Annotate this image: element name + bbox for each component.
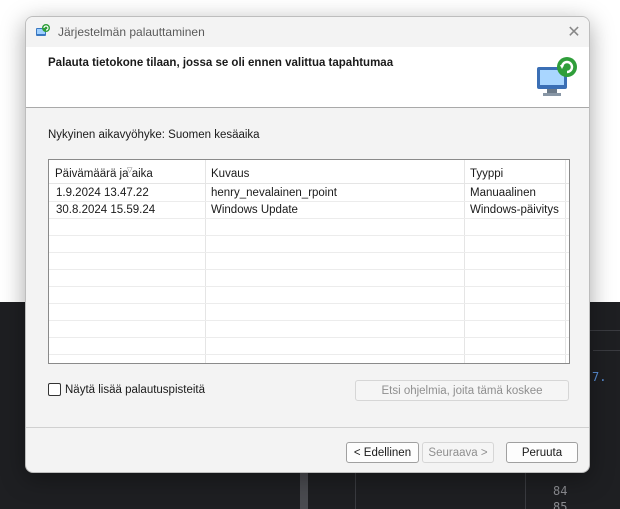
restore-points-table[interactable]: ▽ Päivämäärä ja aika Kuvaus Tyyppi 1.9.2… [48,159,570,364]
column-header-type[interactable]: Tyyppi [470,168,503,180]
background-divider [355,470,356,509]
column-header-description[interactable]: Kuvaus [211,168,249,180]
row-date: 1.9.2024 13.47.22 [56,187,149,199]
dialog-header: Palauta tietokone tilaan, jossa se oli e… [26,47,589,108]
restore-computer-icon [533,53,581,101]
show-more-checkbox-wrap[interactable]: Näytä lisää palautuspisteitä [48,383,205,396]
table-row-empty [49,270,569,287]
system-restore-icon [35,23,51,39]
row-date: 30.8.2024 15.59.24 [56,204,156,216]
window-title: Järjestelmän palauttaminen [58,25,205,39]
table-header: ▽ Päivämäärä ja aika Kuvaus Tyyppi [49,160,569,184]
table-row[interactable]: 1.9.2024 13.47.22 henry_nevalainen_rpoin… [49,185,569,202]
table-row-empty [49,338,569,355]
row-type: Manuaalinen [470,187,536,199]
show-more-label: Näytä lisää palautuspisteitä [65,383,205,396]
row-description: Windows Update [211,204,298,216]
table-row-empty [49,304,569,321]
show-more-checkbox[interactable] [48,383,61,396]
table-row[interactable]: 30.8.2024 15.59.24 Windows Update Window… [49,202,569,219]
table-row-empty [49,287,569,304]
column-header-date[interactable]: ▽ Päivämäärä ja aika [55,167,153,180]
table-row-empty [49,253,569,270]
footer-divider [26,427,589,428]
header-title: Palauta tietokone tilaan, jossa se oli e… [48,57,394,69]
title-bar[interactable]: Järjestelmän palauttaminen ✕ [26,17,589,47]
previous-button[interactable]: < Edellinen [346,442,419,463]
background-scrollbar [300,470,308,509]
sort-down-icon: ▽ [127,167,133,174]
table-row-empty [49,219,569,236]
system-restore-dialog: Järjestelmän palauttaminen ✕ Palauta tie… [25,16,590,473]
next-button[interactable]: Seuraava > [422,442,494,463]
timezone-label: Nykyinen aikavyöhyke: Suomen kesäaika [48,129,260,141]
table-row-empty [49,321,569,338]
background-divider [525,470,526,509]
background-line-number: 85 [553,500,568,509]
scan-affected-programs-button[interactable]: Etsi ohjelmia, joita tämä koskee [355,380,569,401]
background-code-text: 7. [592,370,607,384]
background-line-number: 84 [553,484,568,498]
row-description: henry_nevalainen_rpoint [211,187,337,199]
close-icon[interactable]: ✕ [559,17,589,47]
cancel-button[interactable]: Peruuta [506,442,578,463]
row-type: Windows-päivitys [470,204,559,216]
table-row-empty [49,236,569,253]
background-line [593,350,620,351]
